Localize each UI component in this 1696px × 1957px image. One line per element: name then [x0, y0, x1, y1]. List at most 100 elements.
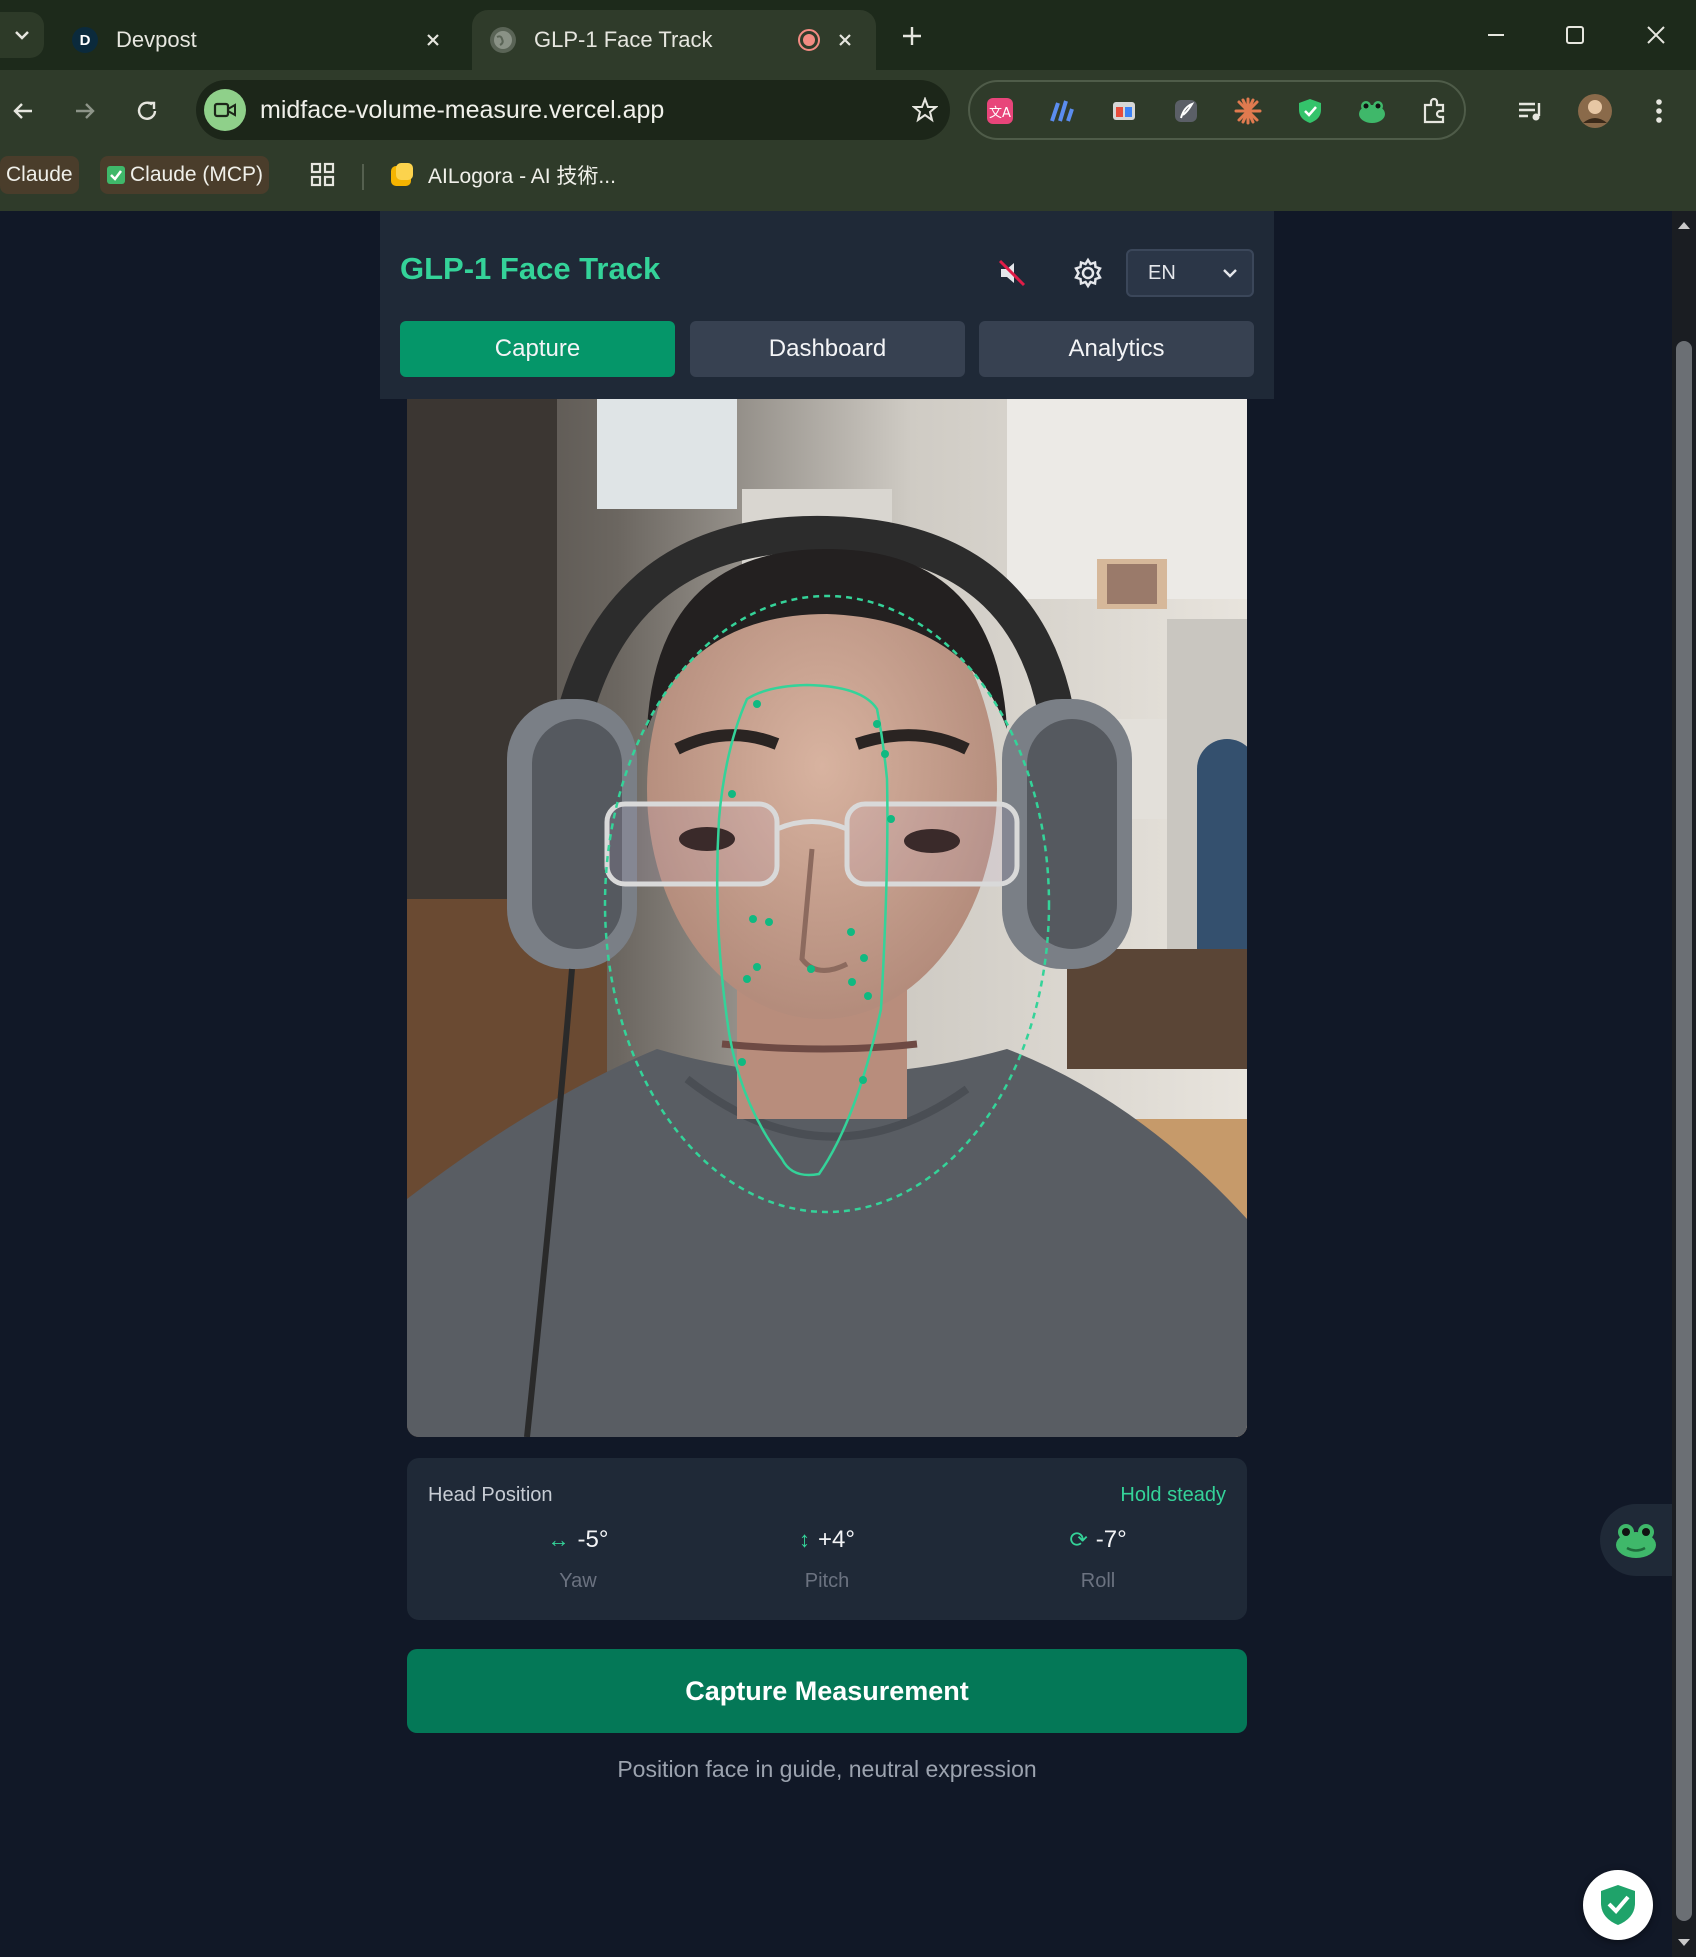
reload-icon — [137, 101, 157, 120]
tab-capture[interactable]: Capture — [400, 321, 675, 377]
globe-icon — [490, 27, 516, 53]
tab-title: GLP-1 Face Track — [534, 27, 713, 52]
extensions-group: 文A — [968, 80, 1466, 140]
pitch-label: Pitch — [804, 1570, 850, 1592]
devpost-favicon-icon: D — [72, 27, 98, 53]
scroll-down-icon[interactable] — [1676, 1935, 1692, 1951]
close-window-button[interactable] — [1626, 10, 1686, 60]
tab-analytics[interactable]: Analytics — [979, 321, 1254, 377]
capture-measurement-button[interactable]: Capture Measurement — [407, 1649, 1247, 1733]
head-position-title: Head Position — [428, 1484, 553, 1506]
address-bar[interactable]: midface-volume-measure.vercel.app — [196, 80, 950, 140]
grid-icon — [310, 162, 335, 187]
back-arrow-icon — [13, 103, 32, 119]
horizontal-arrow-icon: ↔ — [547, 1527, 570, 1552]
chevron-down-icon — [1223, 269, 1237, 278]
minimize-button[interactable] — [1466, 10, 1526, 60]
pitch-value-text: +4° — [818, 1526, 855, 1553]
page-scrollbar[interactable] — [1672, 211, 1696, 1957]
avatar-icon — [1578, 94, 1612, 128]
roll-value-text: -7° — [1095, 1526, 1127, 1553]
tab-label: Capture — [494, 335, 581, 362]
bookmark-label: Claude — [6, 163, 73, 186]
scroll-thumb[interactable] — [1676, 341, 1692, 1921]
pose-status: Hold steady — [1120, 1484, 1226, 1506]
claude-starburst-icon[interactable] — [1232, 95, 1264, 127]
bookmark-label: AILogora - AI 技術... — [428, 165, 616, 188]
bookmark-star-icon[interactable] — [900, 97, 950, 123]
app-title: GLP-1 Face Track — [400, 251, 661, 286]
pitch-value: ↕ +4° — [727, 1526, 927, 1554]
gear-icon — [1074, 257, 1102, 289]
maximize-icon — [1566, 26, 1584, 44]
new-tab-button[interactable] — [892, 16, 932, 56]
head-position-panel: Head Position Hold steady ↔ -5° Yaw ↕ +4… — [407, 1458, 1247, 1620]
minimize-icon — [1488, 34, 1504, 36]
url-text: midface-volume-measure.vercel.app — [260, 95, 665, 124]
yaw-label: Yaw — [559, 1570, 597, 1592]
svg-text:文A: 文A — [989, 106, 1011, 121]
tab-strip: D Devpost GLP-1 Face Track — [0, 0, 1696, 70]
security-shield-button[interactable] — [1583, 1870, 1653, 1940]
profile-avatar[interactable] — [1572, 88, 1618, 134]
camera-feed — [407, 399, 1247, 1437]
kebab-menu-icon — [1656, 99, 1662, 123]
forward-arrow-icon — [76, 103, 95, 119]
bookmark-label: Claude (MCP) — [130, 163, 264, 186]
media-controls-button[interactable] — [1508, 88, 1554, 134]
feather-extension-icon[interactable] — [1170, 95, 1202, 127]
language-value: EN — [1148, 261, 1176, 284]
apps-grid-button[interactable] — [304, 156, 342, 194]
bookmarks-separator — [362, 164, 364, 190]
chart-extension-icon[interactable] — [1046, 95, 1078, 127]
mute-button[interactable] — [990, 251, 1034, 295]
bookmarks-bar: Claude Claude (MCP) AILogora - AI 技術... — [0, 152, 1696, 211]
frog-assistant-button[interactable] — [1600, 1504, 1672, 1576]
media-queue-icon — [1519, 102, 1541, 121]
bookmark-ailogora[interactable]: AILogora - AI 技術... — [382, 156, 622, 194]
checkbox-icon — [107, 166, 125, 184]
app-header: GLP-1 Face Track EN Capture Dashboard An… — [380, 211, 1274, 399]
tab-search-button[interactable] — [0, 12, 44, 58]
folder-icon — [391, 163, 413, 186]
muted-speaker-icon — [998, 259, 1026, 287]
browser-menu-button[interactable] — [1636, 88, 1682, 134]
plus-icon — [903, 27, 921, 45]
roll-label: Roll — [1080, 1570, 1116, 1592]
vertical-arrow-icon: ↕ — [799, 1527, 811, 1552]
puzzle-extensions-icon[interactable] — [1418, 95, 1450, 127]
reload-button[interactable] — [124, 88, 170, 134]
tab-glp1-face-track[interactable]: GLP-1 Face Track — [472, 10, 876, 70]
back-button[interactable] — [0, 88, 46, 134]
bookmark-claude[interactable]: Claude — [0, 156, 79, 194]
rotate-icon: ⟳ — [1069, 1527, 1088, 1552]
tab-title: Devpost — [116, 27, 197, 52]
yaw-value: ↔ -5° — [478, 1526, 678, 1554]
frog-icon — [1616, 1524, 1656, 1558]
browser-chrome: D Devpost GLP-1 Face Track midface-volum… — [0, 0, 1696, 211]
forward-button[interactable] — [62, 88, 108, 134]
close-tab-icon[interactable] — [832, 27, 858, 53]
capture-hint: Position face in guide, neutral expressi… — [617, 1756, 1037, 1782]
translate-extension-icon[interactable]: 文A — [984, 95, 1016, 127]
recording-icon — [796, 27, 822, 53]
close-tab-icon[interactable] — [420, 27, 446, 53]
camera-video — [407, 399, 1247, 1437]
bookmark-claude-mcp[interactable]: Claude (MCP) — [100, 156, 270, 194]
tab-label: Analytics — [1068, 335, 1165, 362]
camera-in-use-icon[interactable] — [204, 89, 246, 131]
tab-dashboard[interactable]: Dashboard — [690, 321, 965, 377]
shield-check-icon — [1601, 1885, 1635, 1925]
roll-value: ⟳ -7° — [998, 1526, 1198, 1554]
language-select[interactable]: EN — [1126, 249, 1254, 297]
close-icon — [1647, 26, 1665, 44]
shield-extension-icon[interactable] — [1294, 95, 1326, 127]
maximize-button[interactable] — [1545, 10, 1605, 60]
tab-label: Dashboard — [768, 335, 887, 362]
window-extension-icon[interactable] — [1108, 95, 1140, 127]
scroll-up-icon[interactable] — [1676, 217, 1692, 233]
frog-extension-icon[interactable] — [1356, 95, 1388, 127]
tab-devpost[interactable]: D Devpost — [54, 10, 464, 70]
settings-button[interactable] — [1066, 251, 1110, 295]
browser-toolbar: midface-volume-measure.vercel.app 文A — [0, 70, 1696, 152]
